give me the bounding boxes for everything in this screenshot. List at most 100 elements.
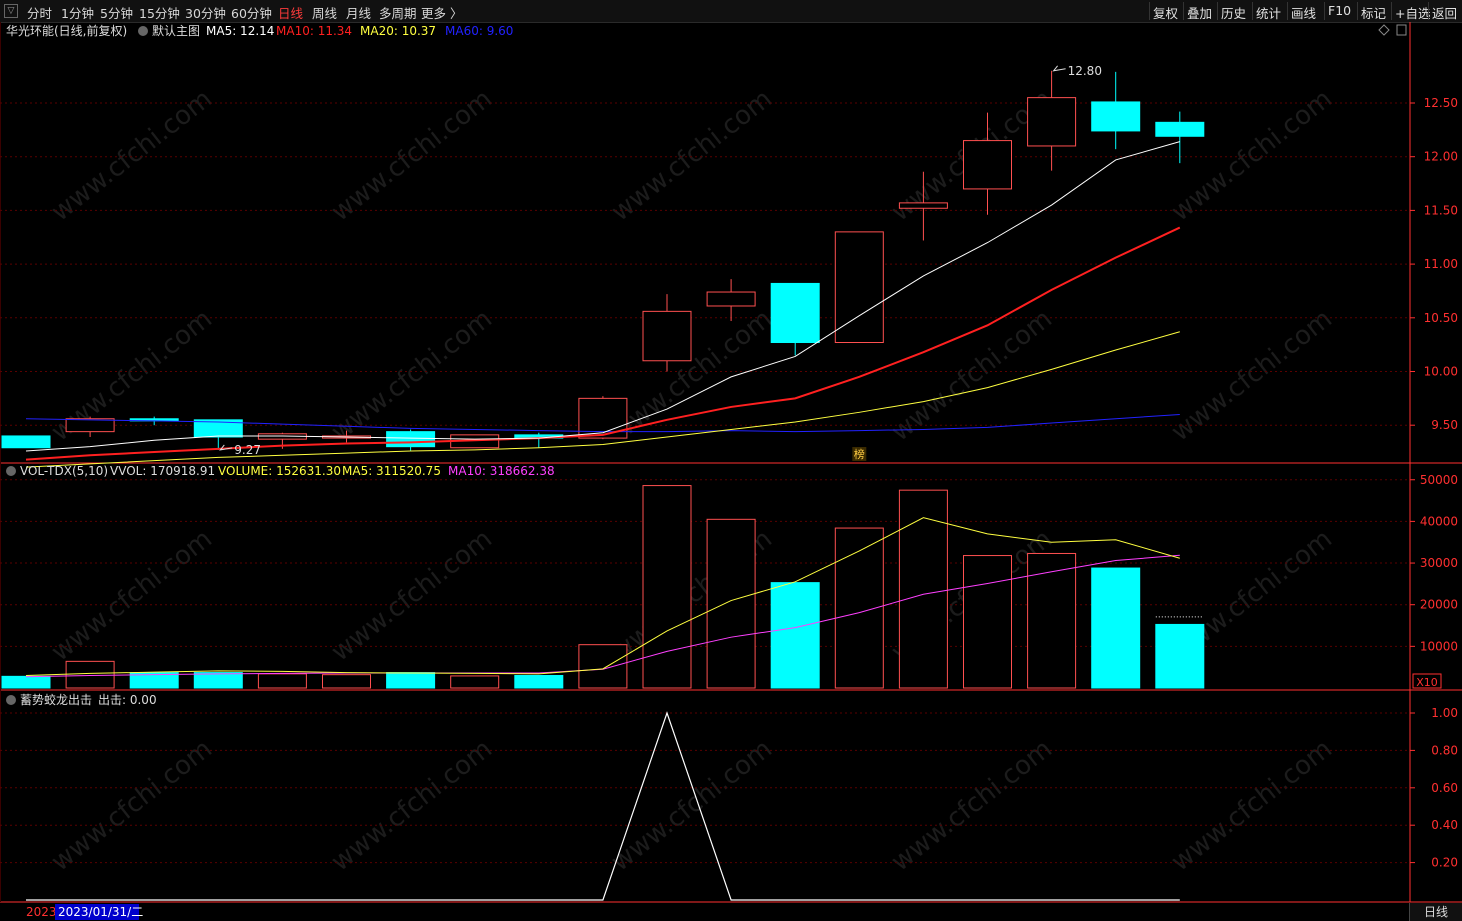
watermark-logo: www.cfchi.com [606, 304, 778, 448]
toolbar-button-5[interactable]: F10 [1328, 3, 1351, 18]
volume-bar [322, 674, 371, 689]
volume-bar [642, 485, 692, 689]
expand-icon [1378, 24, 1390, 36]
toolbar-divider [1357, 2, 1358, 20]
toolbar-divider [1217, 2, 1218, 20]
volume-tick-label: 10000 [1420, 639, 1458, 653]
volume-tick-label: 50000 [1420, 473, 1458, 487]
volume-bar [770, 582, 820, 689]
toolbar-button-1[interactable]: 叠加 [1187, 3, 1212, 22]
volume-bar [1, 675, 51, 689]
toolbar-button-2[interactable]: 历史 [1221, 3, 1246, 22]
volume-bar [706, 518, 756, 689]
watermark-logo: www.cfchi.com [886, 304, 1058, 448]
toolbar-button-3[interactable]: 统计 [1256, 3, 1281, 22]
stock-chart: www.cfchi.com www.cfchi.com www.cfchi.com w… [0, 22, 1462, 920]
price-tick-label: 9.50 [1431, 418, 1458, 432]
watermark-logo: www.cfchi.com [1166, 304, 1338, 448]
period-tab-daily[interactable]: 日线 [1409, 903, 1462, 921]
period-tab-4[interactable]: 30分钟 [185, 3, 226, 22]
volume-bar [514, 675, 564, 689]
volume-bar [386, 672, 436, 689]
volume-title: VOL-TDX(5,10) [20, 464, 108, 478]
candle-body [770, 282, 820, 344]
price-tick-label: 10.00 [1424, 365, 1458, 379]
price-annotation: 12.80 [1068, 64, 1102, 78]
watermark-logo: www.cfchi.com [1166, 734, 1338, 878]
volume-legend-0: VVOL: 170918.91 [110, 464, 215, 478]
period-tab-7[interactable]: 周线 [312, 3, 337, 22]
list-marker: 榜 [854, 447, 865, 461]
price-tick-label: 12.50 [1424, 96, 1458, 110]
toolbar-button-0[interactable]: 复权 [1153, 3, 1178, 22]
toolbar-divider [1149, 2, 1150, 20]
period-tab-3[interactable]: 15分钟 [139, 3, 180, 22]
indicator-tick-label: 1.00 [1431, 706, 1458, 720]
volume-legend-3: MA10: 318662.38 [448, 464, 555, 478]
period-tab-0[interactable]: 分时 [27, 3, 52, 22]
volume-bar [193, 672, 243, 689]
toolbar-divider [1287, 2, 1288, 20]
legend-2: MA20: 10.37 [360, 24, 436, 38]
period-tab-8[interactable]: 月线 [346, 3, 371, 22]
toolbar-button-8[interactable]: 返回 [1432, 3, 1457, 22]
watermark-logo: www.cfchi.com [1166, 84, 1338, 228]
main-indicator-name: 默认主图 [152, 23, 200, 38]
menu-icon[interactable]: ▽ [4, 4, 18, 18]
indicator-title: 蓄势蛟龙出击 [20, 692, 92, 707]
legend-0: MA5: 12.14 [206, 24, 274, 38]
candle-body [1, 435, 51, 449]
window-icon [1396, 24, 1407, 36]
volume-bar [1155, 623, 1205, 689]
volume-legend-2: MA5: 311520.75 [342, 464, 441, 478]
watermark-logo: www.cfchi.com [886, 734, 1058, 878]
price-tick-label: 12.00 [1424, 150, 1458, 164]
volume-legend-1: VOLUME: 152631.30 [218, 464, 341, 478]
indicator-dropdown-icon [6, 466, 16, 476]
period-tab-5[interactable]: 60分钟 [231, 3, 272, 22]
toolbar-divider [1428, 2, 1429, 20]
indicator-dropdown-icon [138, 26, 148, 36]
toolbar-button-6[interactable]: 标记 [1361, 3, 1386, 22]
price-tick-label: 11.50 [1424, 203, 1458, 217]
period-tab-10[interactable]: 更多 〉 [421, 3, 462, 22]
period-tab-1[interactable]: 1分钟 [61, 3, 94, 22]
candle-body [1155, 121, 1205, 137]
period-tab-9[interactable]: 多周期 [379, 3, 417, 22]
price-tick-label: 11.00 [1424, 257, 1458, 271]
candle-body [1091, 101, 1141, 132]
indicator-tick-label: 0.40 [1431, 818, 1458, 832]
period-tab-2[interactable]: 5分钟 [100, 3, 133, 22]
period-toolbar: ▽ 分时 1分钟 5分钟 15分钟 30分钟 60分钟 日线 周线 月线 多周期 更多 〉 复权 叠加 历史… [0, 0, 1462, 23]
indicator-tick-label: 0.80 [1431, 743, 1458, 757]
candle-body [642, 310, 692, 362]
volume-unit-label: X10 [1416, 676, 1438, 689]
price-annotation: 9.27 [234, 443, 261, 457]
chart-title: 华光环能(日线,前复权) [6, 23, 127, 38]
period-tab-6[interactable]: 日线 [278, 3, 303, 22]
indicator-tick-label: 0.20 [1431, 856, 1458, 870]
volume-tick-label: 20000 [1420, 598, 1458, 612]
volume-bar [1091, 567, 1141, 689]
watermark-logo: www.cfchi.com [326, 84, 498, 228]
toolbar-divider [1183, 2, 1184, 20]
volume-bar [898, 489, 948, 689]
toolbar-button-7[interactable]: +自选 [1395, 3, 1430, 22]
candle-body [706, 291, 756, 307]
candle-body [386, 431, 436, 448]
toolbar-divider [1252, 2, 1253, 20]
watermark-logo: www.cfchi.com [606, 734, 778, 878]
indicator-dropdown-icon [6, 695, 16, 705]
price-tick-label: 10.50 [1424, 311, 1458, 325]
volume-bar [1027, 552, 1077, 689]
volume-bar [65, 660, 115, 689]
date-cursor-label: 2023/01/31/二 [58, 905, 143, 919]
volume-bar [963, 555, 1012, 689]
volume-bar [578, 644, 628, 689]
watermark-logo: www.cfchi.com [46, 84, 218, 228]
toolbar-button-4[interactable]: 画线 [1291, 3, 1316, 22]
date-axis-year: 2023 [26, 905, 57, 919]
watermark-logo: www.cfchi.com [46, 734, 218, 878]
candle-body [1027, 97, 1077, 147]
legend-1: MA10: 11.34 [276, 24, 352, 38]
